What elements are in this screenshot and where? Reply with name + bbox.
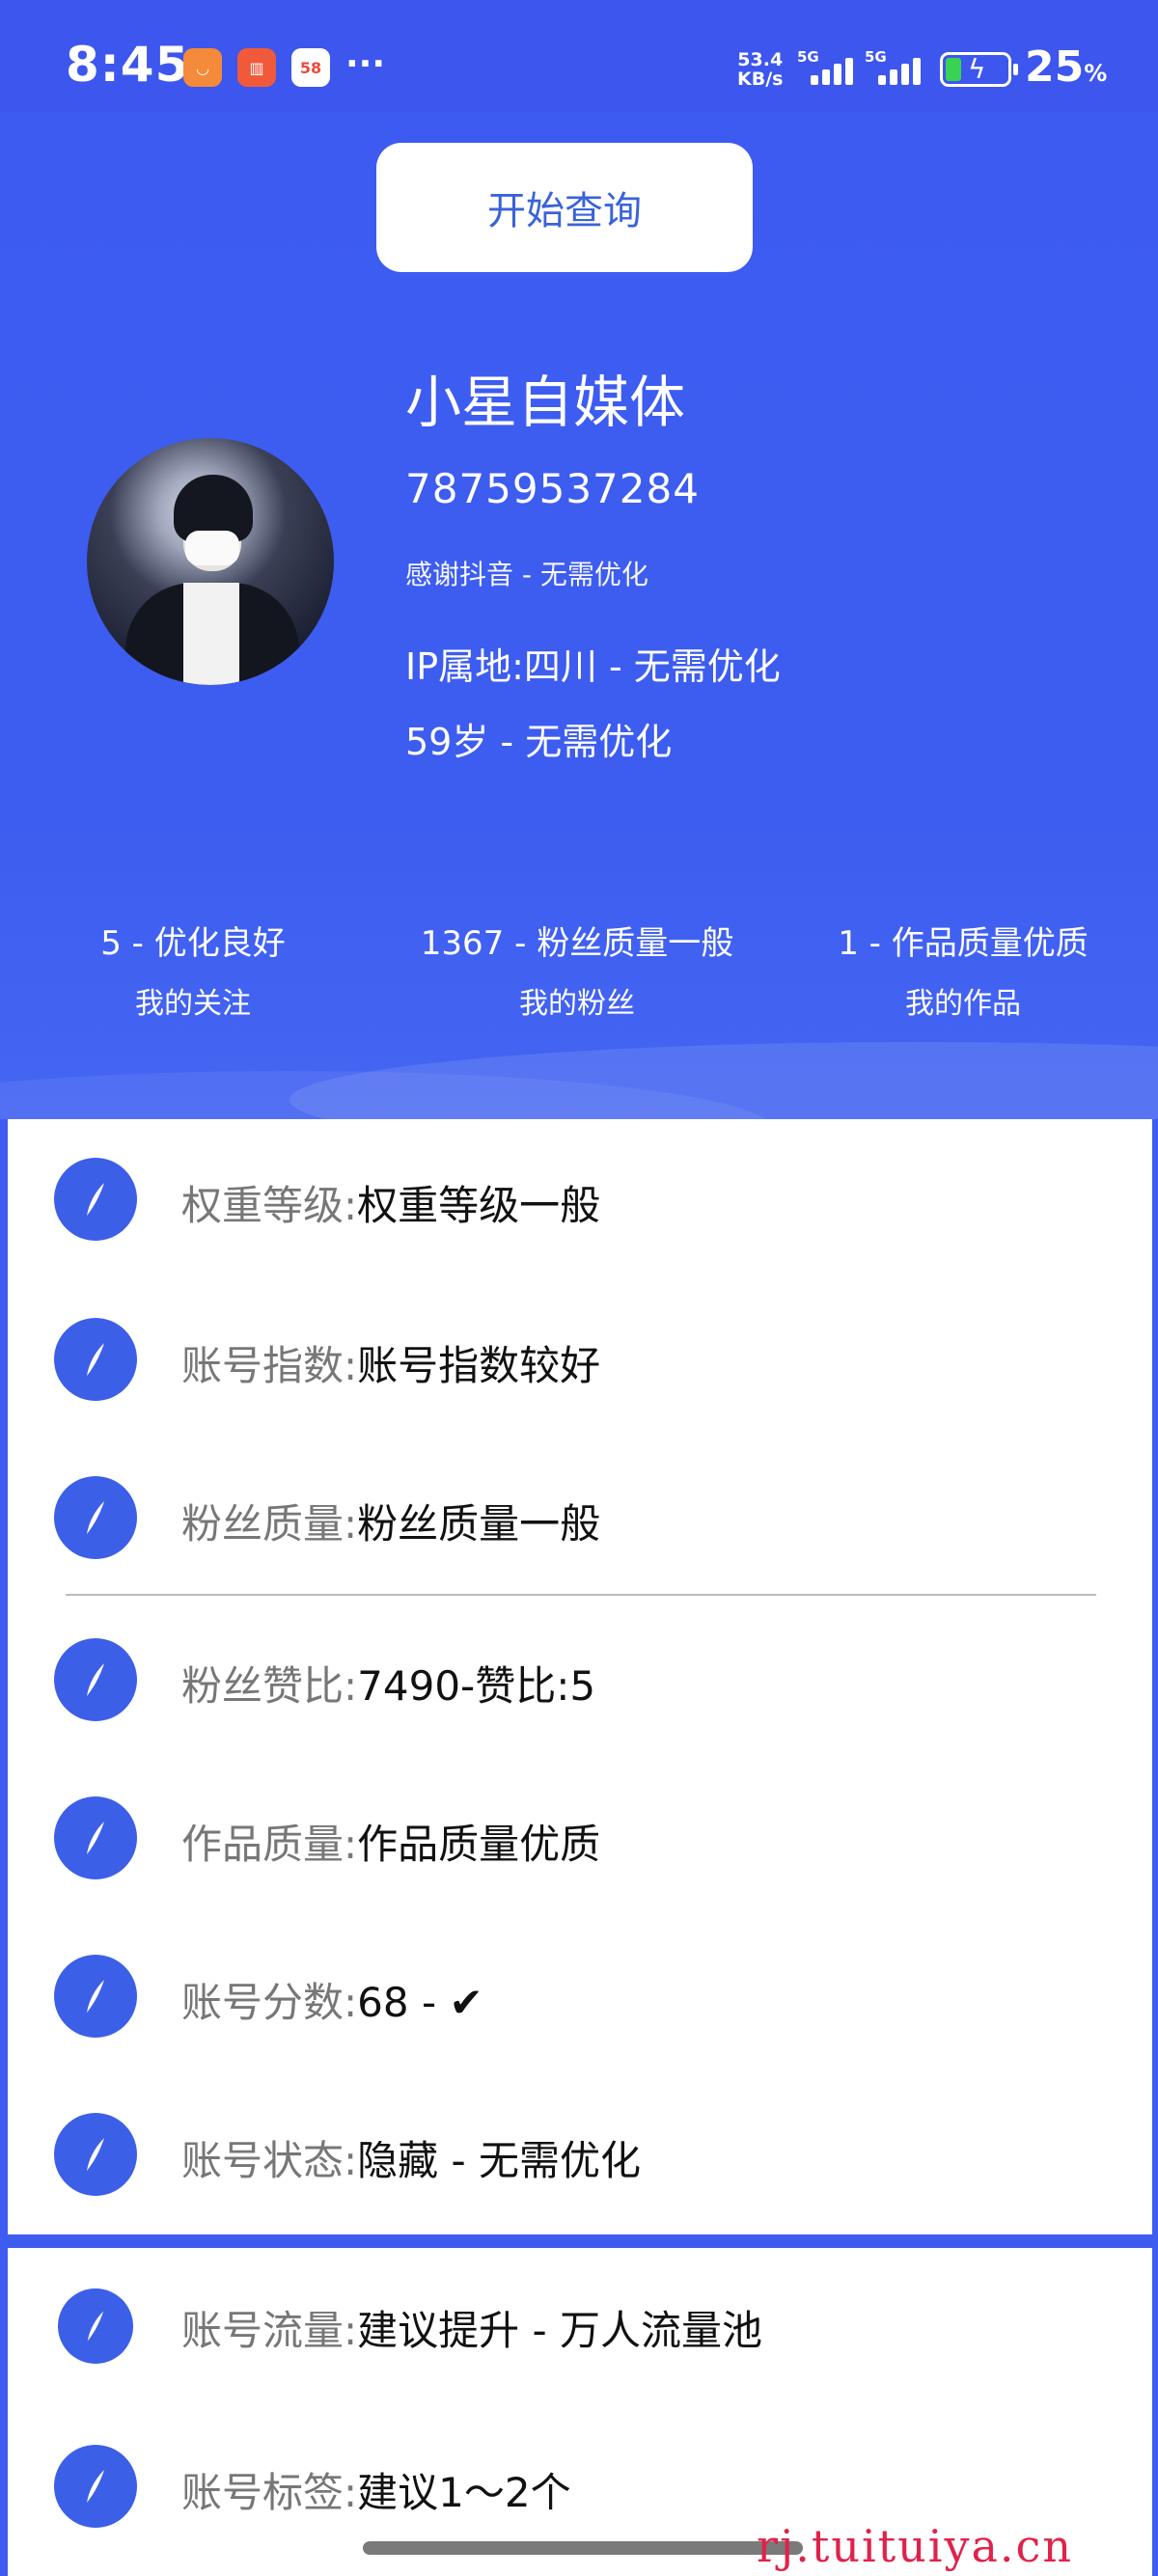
shopping-app-icon: ◡ — [183, 48, 222, 87]
stat-following[interactable]: 5 - 优化良好 我的关注 — [100, 917, 286, 1022]
list-item: 权重等级:权重等级一般 — [8, 1158, 1152, 1245]
profile-header: 开始查询 小星自媒体 78759537284 感谢抖音 - 无需优化 IP属地:… — [0, 112, 1158, 1119]
list-item: 账号标签:建议1～2个 — [8, 2445, 1152, 2532]
list-item: 粉丝质量:粉丝质量一般 — [8, 1476, 1152, 1563]
battery-percent: 25% — [1025, 42, 1108, 92]
list-item: 作品质量:作品质量优质 — [8, 1796, 1152, 1883]
compass-icon — [58, 2288, 133, 2364]
network-speed: 53.4 KB/s — [737, 49, 784, 90]
list-item: 账号指数:账号指数较好 — [8, 1318, 1152, 1405]
compass-icon — [54, 1158, 137, 1241]
58-app-icon: 58 — [291, 48, 330, 87]
stat-works[interactable]: 1 - 作品质量优质 我的作品 — [838, 917, 1089, 1022]
list-item: 账号分数:68 - ✔ — [8, 1955, 1152, 2042]
battery-icon: ϟ — [940, 52, 1018, 87]
status-bar: 8:45 ◡ ▥ 58 ··· 53.4 KB/s 5G 5G ϟ 25% — [0, 0, 1158, 112]
start-query-button[interactable]: 开始查询 — [376, 143, 753, 272]
compass-icon — [54, 1796, 137, 1879]
watermark: rj.tuituiya.cn — [757, 2520, 1073, 2572]
stat-followers[interactable]: 1367 - 粉丝质量一般 我的粉丝 — [421, 917, 733, 1022]
delete-app-icon: ▥ — [237, 48, 276, 87]
compass-icon — [54, 2445, 137, 2528]
ip-location: IP属地:四川 - 无需优化 — [405, 645, 781, 688]
clock: 8:45 — [66, 37, 190, 93]
profile-note: 感谢抖音 - 无需优化 — [405, 559, 648, 590]
age: 59岁 - 无需优化 — [405, 721, 673, 763]
compass-icon — [54, 1476, 137, 1559]
divider — [66, 1594, 1096, 1596]
compass-icon — [54, 2113, 137, 2196]
list-item: 账号状态:隐藏 - 无需优化 — [8, 2113, 1152, 2200]
compass-icon — [54, 1318, 137, 1401]
profile-name: 小星自媒体 — [405, 370, 686, 435]
signal-strength-icon: 5G — [865, 48, 951, 85]
metrics-card: 权重等级:权重等级一般 账号指数:账号指数较好 粉丝质量:粉丝质量一般 粉丝赞比… — [8, 1119, 1152, 2234]
list-item: 账号流量:建议提升 - 万人流量池 — [8, 2288, 1152, 2375]
list-item: 粉丝赞比:7490-赞比:5 — [8, 1638, 1152, 1725]
account-id: 78759537284 — [405, 465, 700, 512]
more-notifications-icon: ··· — [345, 44, 386, 84]
home-indicator[interactable] — [363, 2541, 803, 2555]
compass-icon — [54, 1955, 137, 2038]
compass-icon — [54, 1638, 137, 1721]
avatar[interactable] — [87, 438, 334, 685]
